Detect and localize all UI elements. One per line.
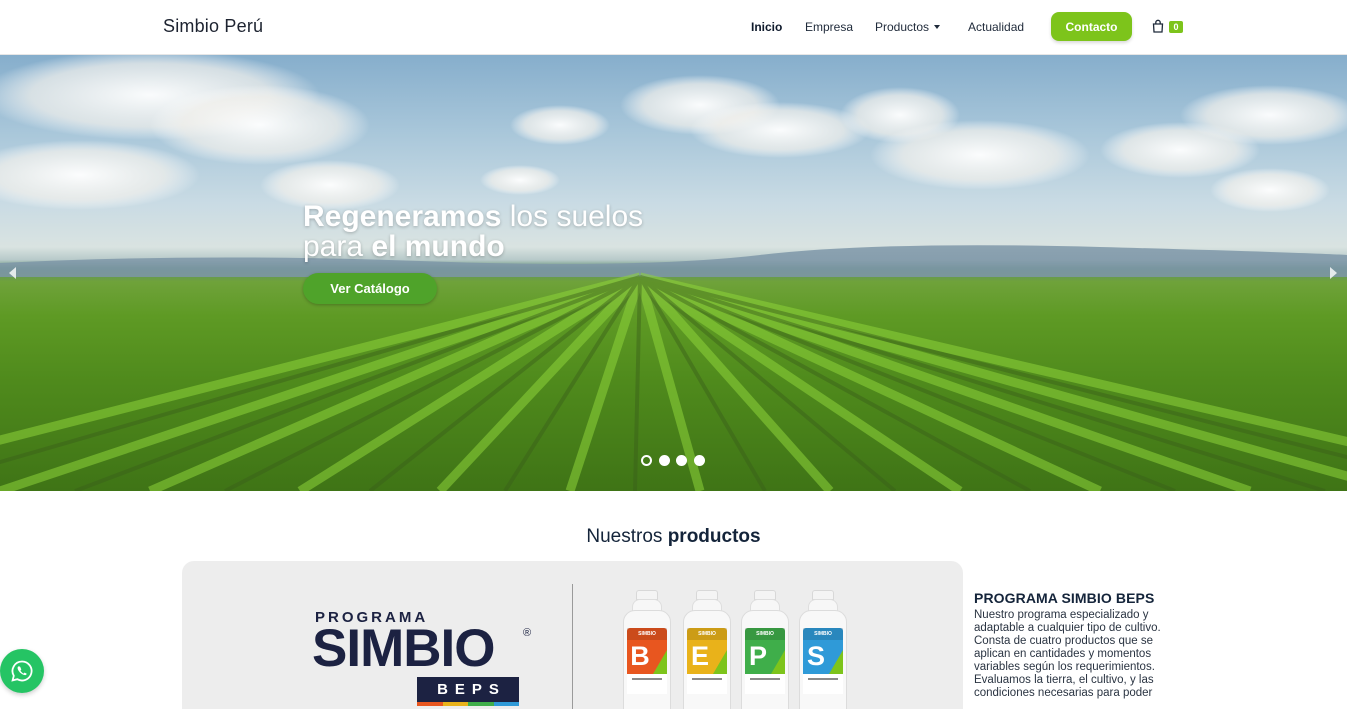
card-divider [572,584,573,709]
hero-slider: Regeneramos los suelos para el mundo Ver… [0,55,1347,491]
site-header: Simbio Perú Inicio Empresa Productos Act… [0,0,1347,55]
product-bottle-s: SIMBIO S [799,590,847,709]
nav-item-empresa[interactable]: Empresa [805,20,853,34]
products-heading-light: Nuestros [586,526,668,547]
beps-color-stripe [417,702,519,706]
bottle-letter: E [690,641,709,671]
hero-heading: Regeneramos los suelos para el mundo [303,202,723,262]
product-description: Nuestro programa especializado y adaptab… [974,609,1161,699]
registered-mark: ® [523,627,532,639]
nav-item-actualidad[interactable]: Actualidad [968,20,1024,34]
bottle-letter: B [630,641,650,671]
product-bottle-e: SIMBIO E [683,590,731,709]
hero-heading-bold-2: el mundo [371,230,505,263]
product-card-simbio-beps[interactable]: PROGRAMA SIMBIO ® BEPS SIMBIO B SIMBIO E… [182,561,963,709]
brand-logo[interactable]: Simbio Perú [163,16,263,37]
product-title[interactable]: PROGRAMA SIMBIO BEPS [974,590,1154,606]
product-bottle-p: SIMBIO P [741,590,789,709]
whatsapp-icon [11,660,33,682]
contact-button[interactable]: Contacto [1051,12,1132,41]
whatsapp-chat-button[interactable] [0,649,44,693]
nav-item-productos[interactable]: Productos [875,20,941,34]
nav-item-inicio[interactable]: Inicio [751,20,782,34]
hero-heading-bold-1: Regeneramos [303,200,502,233]
slider-dot-4[interactable] [694,455,705,466]
slider-dot-1[interactable] [641,455,652,466]
products-heading: Nuestros productos [0,526,1347,548]
slider-next-arrow-icon[interactable] [1330,267,1337,279]
slider-dot-2[interactable] [659,455,670,466]
bottle-letter: P [748,641,767,671]
hero-heading-light-1: los suelos [501,200,644,233]
bottle-letter: S [806,641,825,671]
cart-count-badge: 0 [1169,21,1183,33]
nav-item-productos-label: Productos [875,20,930,34]
beps-logo-bar: BEPS [417,677,519,702]
products-heading-bold: productos [667,526,761,547]
slider-prev-arrow-icon[interactable] [9,267,16,279]
slider-dot-3[interactable] [676,455,687,466]
shopping-bag-icon [1152,19,1164,33]
view-catalog-button[interactable]: Ver Catálogo [303,273,437,304]
hero-crop-field [0,272,1347,491]
product-bottle-b: SIMBIO B [623,590,671,709]
program-logo-text: SIMBIO [312,619,495,678]
hero-heading-light-2: para [303,230,372,263]
chevron-down-icon [934,25,941,29]
